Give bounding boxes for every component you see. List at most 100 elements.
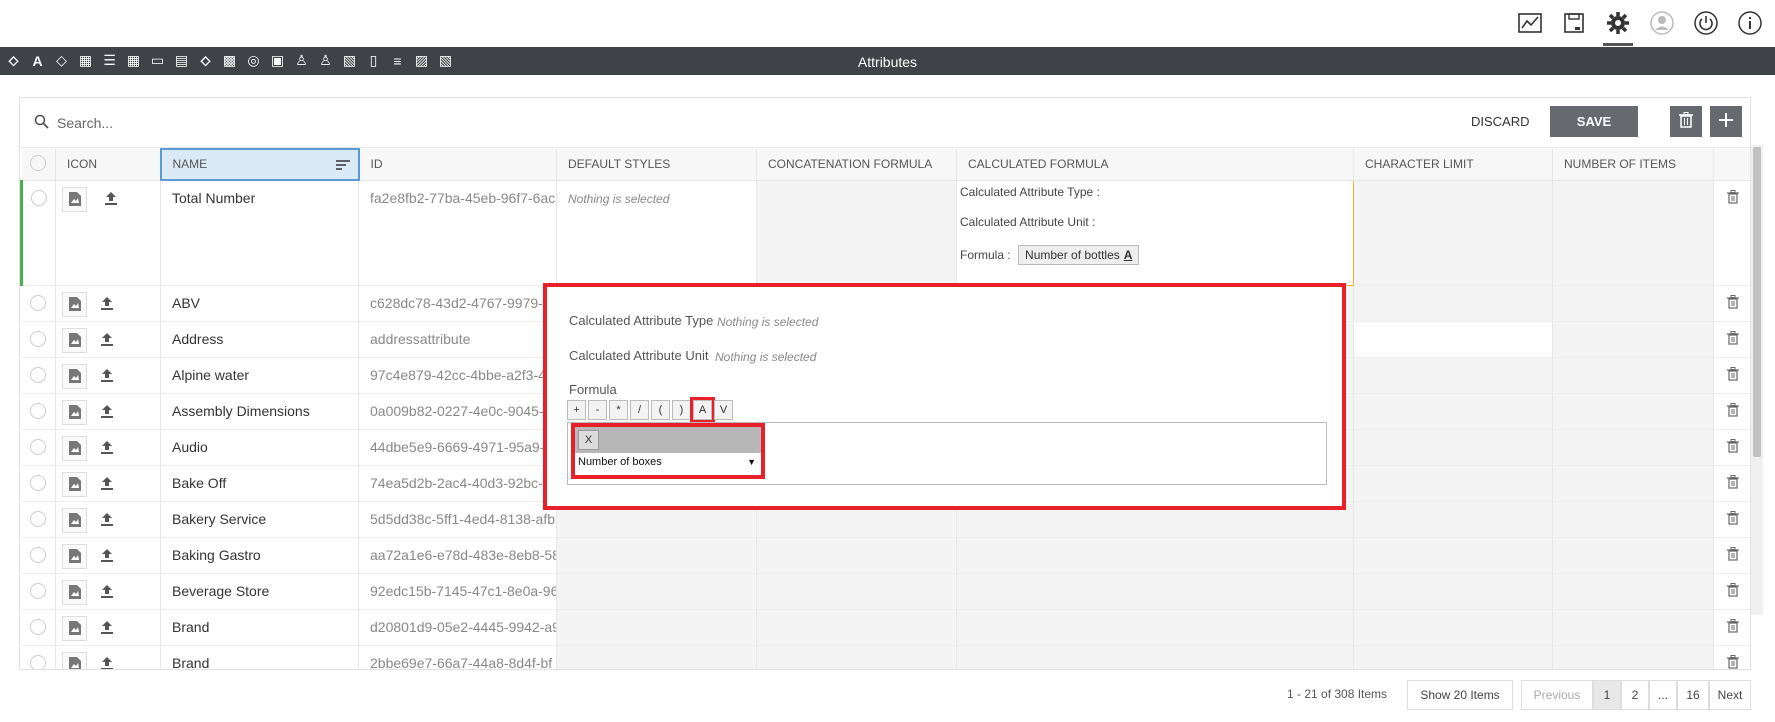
image-icon[interactable] [62, 435, 87, 461]
page-ellipsis-button[interactable]: ... [1649, 680, 1677, 710]
trash-icon[interactable] [1727, 510, 1739, 528]
column-character-limit[interactable]: CHARACTER LIMIT [1353, 149, 1553, 181]
operator-button[interactable]: + [567, 400, 586, 420]
chart-icon[interactable] [1515, 8, 1545, 38]
row-delete[interactable] [1713, 429, 1750, 466]
image-icon[interactable] [62, 399, 87, 425]
save-button[interactable]: SAVE [1550, 106, 1638, 137]
column-default-styles[interactable]: DEFAULT STYLES [556, 149, 757, 181]
trash-icon[interactable] [1727, 582, 1739, 600]
row-checkbox[interactable] [21, 285, 56, 322]
sort-icon[interactable] [335, 159, 350, 173]
upload-icon[interactable] [101, 620, 113, 637]
row-delete[interactable] [1713, 537, 1750, 574]
page-size-button[interactable]: Show 20 Items [1407, 680, 1513, 710]
trash-icon[interactable] [1727, 366, 1739, 384]
row-name[interactable]: ABV [160, 285, 359, 322]
operator-button[interactable]: * [609, 400, 628, 420]
operator-button[interactable]: - [588, 400, 607, 420]
operator-button[interactable]: ( [651, 400, 670, 420]
upload-icon[interactable] [101, 656, 113, 669]
row-checkbox[interactable] [21, 501, 56, 538]
vertical-scrollbar[interactable] [1751, 145, 1763, 615]
image-icon[interactable] [62, 615, 87, 641]
operator-button[interactable]: / [630, 400, 649, 420]
row-checkbox[interactable] [21, 321, 56, 358]
row-name[interactable]: Alpine water [160, 357, 359, 394]
trash-icon[interactable] [1727, 294, 1739, 312]
gear-icon[interactable] [1603, 8, 1633, 46]
image-icon[interactable] [62, 363, 87, 389]
row-calculated-formula[interactable]: Calculated Attribute Type : Calculated A… [956, 179, 1354, 286]
image-icon[interactable] [62, 543, 87, 569]
row-name[interactable]: Beverage Store [160, 573, 359, 610]
scrollbar-thumb[interactable] [1753, 147, 1761, 457]
add-button[interactable] [1710, 106, 1742, 137]
row-delete[interactable] [1713, 393, 1750, 430]
row-checkbox[interactable] [21, 393, 56, 430]
column-calculated-formula[interactable]: CALCULATED FORMULA [956, 149, 1354, 181]
row-name[interactable]: Brand [160, 645, 359, 669]
upload-icon[interactable] [101, 548, 113, 565]
row-delete[interactable] [1713, 573, 1750, 610]
archive-icon[interactable] [1559, 8, 1589, 38]
next-button[interactable]: Next [1709, 680, 1751, 710]
trash-icon[interactable] [1727, 654, 1739, 670]
row-checkbox[interactable] [21, 357, 56, 394]
upload-icon[interactable] [101, 296, 113, 313]
remove-item-button[interactable]: X [578, 430, 599, 450]
trash-icon[interactable] [1727, 618, 1739, 636]
column-number-of-items[interactable]: NUMBER OF ITEMS [1552, 149, 1714, 181]
operator-button[interactable]: ) [672, 400, 691, 420]
user-icon[interactable] [1647, 8, 1677, 38]
image-icon[interactable] [62, 651, 87, 669]
discard-button[interactable]: DISCARD [1471, 114, 1530, 129]
column-concatenation-formula[interactable]: CONCATENATION FORMULA [756, 149, 957, 181]
row-name[interactable]: Total Number [160, 180, 359, 286]
row-delete[interactable] [1713, 609, 1750, 646]
row-name[interactable]: Audio [160, 429, 359, 466]
trash-icon[interactable] [1727, 546, 1739, 564]
delete-button[interactable] [1670, 106, 1702, 137]
column-id[interactable]: ID [358, 149, 557, 181]
attribute-select[interactable]: Number of boxes ▼ [576, 456, 760, 474]
row-delete[interactable] [1713, 501, 1750, 538]
table-row[interactable]: Beverage Store 92edc15b-7145-47c1-8e0a-96 [21, 573, 1750, 610]
operator-button[interactable]: A [690, 397, 715, 423]
popup-unit-select[interactable]: Nothing is selected [715, 350, 816, 364]
upload-icon[interactable] [101, 404, 113, 421]
search-input[interactable] [57, 111, 557, 135]
trash-icon[interactable] [1727, 189, 1739, 207]
formula-chip[interactable]: Number of bottles A [1018, 244, 1140, 265]
formula-input[interactable]: X Number of boxes ▼ [567, 422, 1327, 485]
upload-icon[interactable] [104, 191, 117, 208]
page-2-button[interactable]: 2 [1621, 680, 1649, 710]
image-icon[interactable] [62, 291, 87, 317]
column-icon[interactable]: ICON [55, 149, 161, 181]
select-all-checkbox[interactable] [21, 149, 56, 181]
image-icon[interactable] [62, 471, 87, 497]
row-checkbox[interactable] [21, 429, 56, 466]
previous-button[interactable]: Previous [1521, 680, 1593, 710]
page-1-button[interactable]: 1 [1593, 680, 1621, 710]
row-checkbox[interactable] [21, 537, 56, 574]
trash-icon[interactable] [1727, 438, 1739, 456]
column-name[interactable]: NAME [159, 148, 360, 181]
image-icon[interactable] [62, 327, 87, 353]
image-icon[interactable] [62, 507, 87, 533]
row-name[interactable]: Bake Off [160, 465, 359, 502]
power-icon[interactable] [1691, 8, 1721, 38]
table-row-editing[interactable]: Total Number fa2e8fb2-77ba-45eb-96f7-6ac… [20, 179, 1750, 286]
row-delete[interactable] [1713, 357, 1750, 394]
row-checkbox[interactable] [21, 573, 56, 610]
trash-icon[interactable] [1727, 330, 1739, 348]
image-icon[interactable] [62, 579, 87, 605]
upload-icon[interactable] [101, 332, 113, 349]
row-delete[interactable] [1713, 465, 1750, 502]
row-name[interactable]: Baking Gastro [160, 537, 359, 574]
table-row[interactable]: Brand 2bbe69e7-66a7-44a8-8d4f-bf [21, 645, 1750, 670]
upload-icon[interactable] [101, 368, 113, 385]
row-delete[interactable] [1713, 645, 1750, 670]
row-name[interactable]: Assembly Dimensions [160, 393, 359, 430]
operator-button[interactable]: V [714, 400, 733, 420]
